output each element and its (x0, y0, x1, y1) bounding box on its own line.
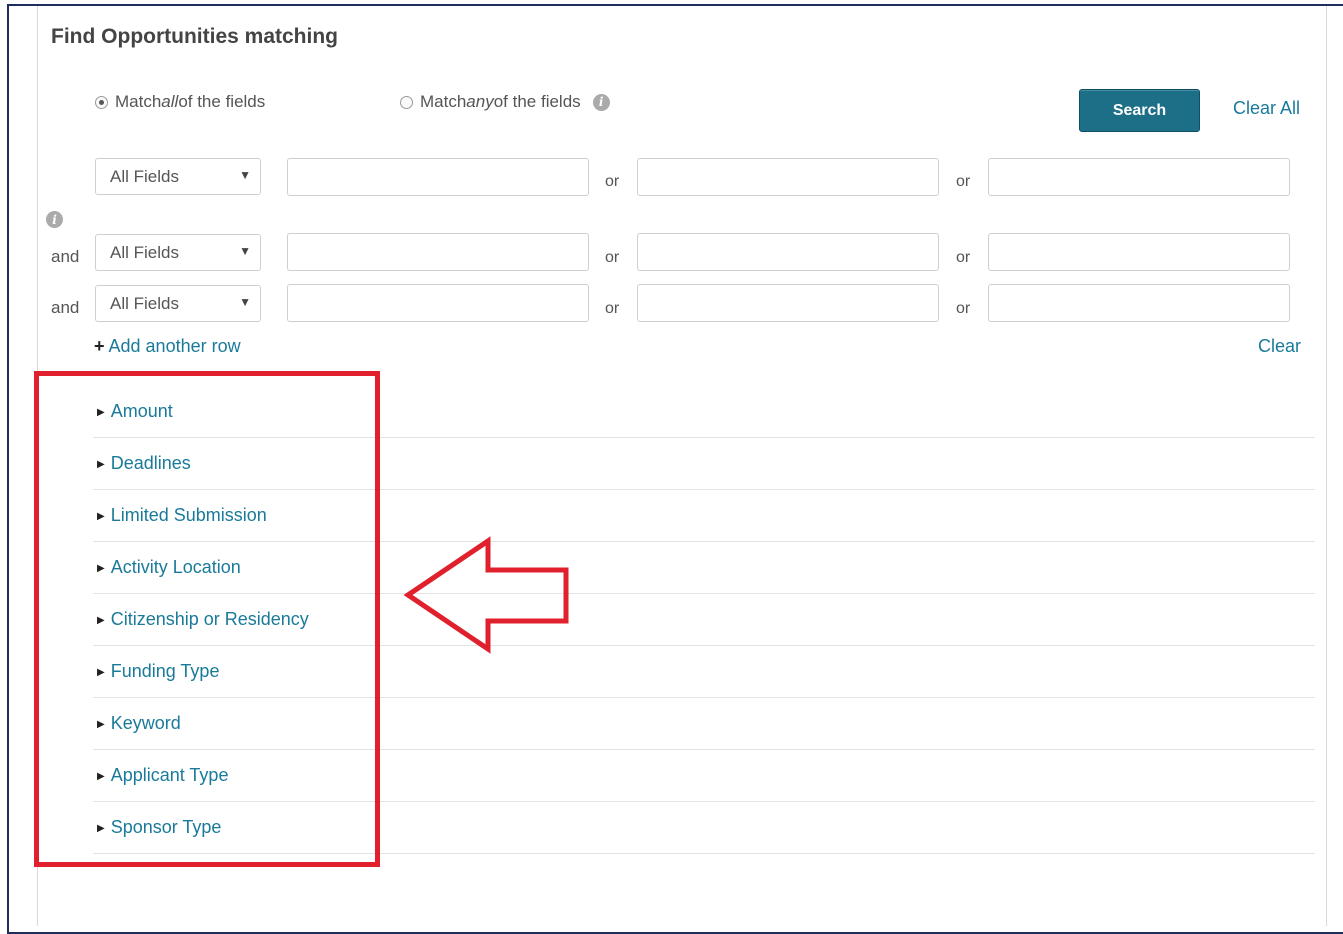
or-label: or (605, 173, 620, 190)
field-select[interactable]: All Fields ▼ (95, 158, 261, 195)
radio-label-emphasis: all (161, 92, 179, 111)
search-term-input[interactable] (988, 284, 1290, 322)
or-label: or (605, 249, 620, 266)
match-all-radio[interactable]: Match all of the fields (95, 92, 265, 112)
search-term-input[interactable] (287, 158, 589, 196)
search-term-input[interactable] (287, 284, 589, 322)
info-icon[interactable]: i (592, 93, 610, 111)
clear-all-link[interactable]: Clear All (1233, 98, 1300, 119)
caret-down-icon: ▼ (239, 168, 251, 182)
search-term-input[interactable] (637, 158, 939, 196)
or-label: or (956, 249, 971, 266)
annotation-highlight-box (34, 371, 380, 867)
match-any-radio[interactable]: Match any of the fields i (400, 92, 610, 112)
field-select[interactable]: All Fields ▼ (95, 285, 261, 322)
add-row-label: Add another row (108, 336, 241, 356)
add-another-row-link[interactable]: + Add another row (94, 336, 241, 357)
radio-label-pre: Match (420, 92, 467, 111)
page-title: Find Opportunities matching (51, 25, 338, 48)
field-select-value: All Fields (110, 242, 179, 262)
info-icon[interactable]: i (46, 211, 63, 228)
search-term-input[interactable] (637, 233, 939, 271)
or-label: or (605, 300, 620, 317)
or-label: or (956, 300, 971, 317)
field-select-value: All Fields (110, 166, 179, 186)
search-term-input[interactable] (988, 158, 1290, 196)
radio-label-post: of the fields (178, 92, 266, 111)
caret-down-icon: ▼ (239, 244, 251, 258)
radio-indicator (95, 95, 108, 109)
field-select-value: All Fields (110, 293, 179, 313)
caret-down-icon: ▼ (239, 295, 251, 309)
search-term-input[interactable] (287, 233, 589, 271)
search-button[interactable]: Search (1079, 89, 1200, 132)
clear-link[interactable]: Clear (1258, 336, 1301, 357)
field-select[interactable]: All Fields ▼ (95, 234, 261, 271)
annotation-arrow-icon (403, 536, 569, 654)
search-term-input[interactable] (637, 284, 939, 322)
radio-label-emphasis: any (466, 92, 494, 111)
and-label: and (51, 247, 80, 266)
plus-icon: + (94, 336, 105, 356)
radio-label-post: of the fields (493, 92, 581, 111)
and-label: and (51, 298, 80, 317)
radio-indicator (400, 95, 413, 109)
or-label: or (956, 173, 971, 190)
radio-label-pre: Match (115, 92, 162, 111)
search-term-input[interactable] (988, 233, 1290, 271)
